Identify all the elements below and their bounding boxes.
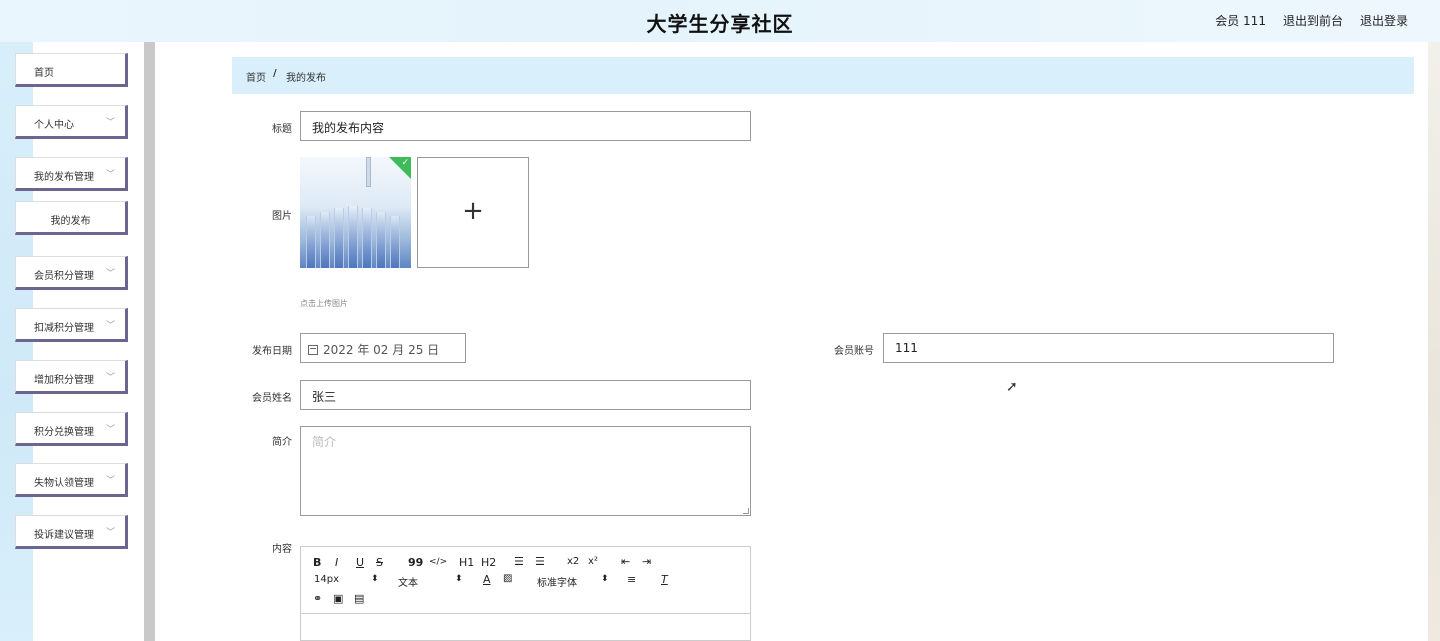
- upload-hint: 点击上传图片: [300, 299, 348, 308]
- logout-link[interactable]: 退出登录: [1360, 12, 1408, 29]
- sidebar-item-home[interactable]: 首页: [15, 53, 128, 87]
- uploaded-image-thumbnail[interactable]: ✓: [300, 157, 411, 268]
- ordered-list-icon[interactable]: ☰: [514, 555, 524, 568]
- sidebar-item-label: 我的发布: [50, 216, 91, 227]
- blockquote-button[interactable]: 99: [408, 556, 423, 569]
- sidebar-item-add-points[interactable]: 增加积分管理 ﹀: [15, 360, 128, 394]
- text-style-caret-icon[interactable]: ⬍: [455, 574, 463, 584]
- pipette: [366, 157, 371, 187]
- member-label[interactable]: 会员 111: [1215, 12, 1266, 29]
- chevron-down-icon: ﹀: [105, 476, 115, 486]
- image-icon[interactable]: ▣: [333, 592, 343, 605]
- date-picker[interactable]: 2022 年 02 月 25 日: [300, 333, 466, 363]
- sidebar-item-label: 投诉建议管理: [34, 530, 94, 541]
- code-block-button[interactable]: </>: [429, 557, 447, 567]
- breadcrumb: 首页 / 我的发布: [232, 57, 1414, 94]
- video-icon[interactable]: ▤: [354, 592, 364, 605]
- italic-button[interactable]: I: [335, 556, 338, 569]
- date-value: 2022 年 02 月 25 日: [323, 343, 440, 357]
- editor-divider: [301, 613, 750, 614]
- calendar-icon: [308, 345, 318, 355]
- font-size-caret-icon[interactable]: ⬍: [371, 574, 379, 584]
- chevron-down-icon: ﹀: [105, 170, 115, 180]
- header-actions: 会员 111 退出到前台 退出登录: [1215, 12, 1408, 29]
- chevron-down-icon: ﹀: [105, 321, 115, 331]
- heading2-button[interactable]: H2: [481, 556, 496, 569]
- sidebar-item-label: 扣减积分管理: [34, 323, 94, 334]
- sidebar-item-label: 积分兑换管理: [34, 427, 94, 438]
- sidebar-item-label: 会员积分管理: [34, 271, 94, 282]
- sidebar-item-member-points[interactable]: 会员积分管理 ﹀: [15, 256, 128, 290]
- check-icon: ✓: [401, 158, 409, 168]
- font-family-caret-icon[interactable]: ⬍: [601, 574, 609, 584]
- subscript-button[interactable]: x2: [567, 556, 579, 567]
- sidebar-item-label: 增加积分管理: [34, 375, 94, 386]
- align-icon[interactable]: ≡: [627, 573, 636, 586]
- chevron-down-icon: ﹀: [105, 118, 115, 128]
- underline-button[interactable]: U: [356, 556, 364, 569]
- clear-format-icon[interactable]: T: [661, 573, 668, 586]
- name-input[interactable]: 张三: [300, 380, 751, 410]
- exit-to-front-link[interactable]: 退出到前台: [1283, 12, 1343, 29]
- chevron-down-icon: ﹀: [105, 269, 115, 279]
- heading1-button[interactable]: H1: [459, 556, 474, 569]
- bullet-list-icon[interactable]: ☰: [535, 555, 545, 568]
- sidebar-item-deduct-points[interactable]: 扣减积分管理 ﹀: [15, 308, 128, 342]
- sidebar-item-points-exchange[interactable]: 积分兑换管理 ﹀: [15, 412, 128, 446]
- sidebar-item-label: 我的发布管理: [34, 172, 94, 183]
- font-size-select[interactable]: 14px: [314, 574, 339, 585]
- image-label: 图片: [272, 211, 292, 222]
- chevron-down-icon: ﹀: [105, 425, 115, 435]
- date-label: 发布日期: [252, 346, 292, 357]
- breadcrumb-separator: /: [273, 68, 277, 79]
- chevron-down-icon: ﹀: [105, 528, 115, 538]
- top-header: 大学生分享社区 会员 111 退出到前台 退出登录: [0, 0, 1440, 42]
- outdent-icon[interactable]: ⇤: [621, 555, 630, 568]
- resize-handle[interactable]: [743, 508, 749, 514]
- content-label: 内容: [272, 544, 292, 555]
- account-input[interactable]: 111: [883, 333, 1334, 363]
- sidebar-item-lost-found[interactable]: 失物认领管理 ﹀: [15, 463, 128, 497]
- sidebar-item-label: 个人中心: [34, 120, 74, 131]
- sidebar-item-complaints[interactable]: 投诉建议管理 ﹀: [15, 515, 128, 549]
- sidebar-item-label: 首页: [34, 68, 54, 79]
- sidebar-subitem-my-posts[interactable]: 我的发布: [15, 201, 128, 235]
- right-background-strip: [1428, 42, 1440, 641]
- link-icon[interactable]: ⚭: [313, 592, 322, 605]
- text-style-select[interactable]: 文本: [398, 574, 418, 589]
- font-color-icon[interactable]: A: [483, 573, 491, 586]
- indent-icon[interactable]: ⇥: [642, 555, 651, 568]
- mouse-pointer-icon: ➚: [1006, 379, 1018, 395]
- bold-button[interactable]: B: [313, 556, 321, 569]
- strike-button[interactable]: S: [376, 556, 383, 569]
- upload-image-button[interactable]: +: [417, 157, 529, 268]
- sidebar-scrollbar[interactable]: [144, 42, 155, 641]
- sidebar-item-label: 失物认领管理: [34, 478, 94, 489]
- account-label: 会员账号: [834, 346, 874, 357]
- superscript-button[interactable]: x²: [588, 556, 598, 567]
- title-input[interactable]: 我的发布内容: [300, 111, 751, 141]
- sidebar-item-personal-center[interactable]: 个人中心 ﹀: [15, 105, 128, 139]
- chevron-down-icon: ﹀: [105, 373, 115, 383]
- background-color-icon[interactable]: ▨: [503, 573, 512, 584]
- title-label: 标题: [272, 124, 292, 135]
- name-label: 会员姓名: [252, 393, 292, 404]
- font-family-select[interactable]: 标准字体: [537, 574, 577, 589]
- intro-textarea[interactable]: 简介: [300, 426, 751, 516]
- intro-placeholder: 简介: [312, 435, 337, 449]
- breadcrumb-home[interactable]: 首页: [246, 69, 266, 84]
- breadcrumb-current: 我的发布: [286, 73, 326, 84]
- plus-icon: +: [462, 196, 484, 226]
- sidebar-item-my-posts-manage[interactable]: 我的发布管理 ﹀: [15, 157, 128, 191]
- intro-label: 简介: [272, 437, 292, 448]
- rich-text-editor: B I U S 99 </> H1 H2 ☰ ☰ x2 x² ⇤ ⇥ 14px …: [300, 546, 751, 641]
